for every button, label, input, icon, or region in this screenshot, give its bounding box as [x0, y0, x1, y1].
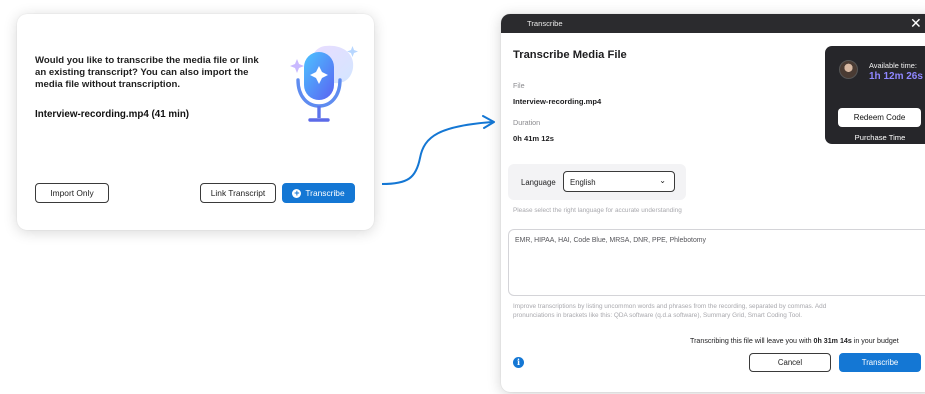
- custom-vocabulary-input[interactable]: EMR, HIPAA, HAI, Code Blue, MRSA, DNR, P…: [508, 229, 925, 296]
- avatar: [839, 60, 858, 79]
- transcribe-button-label: Transcribe: [305, 188, 345, 198]
- media-file-name: Interview-recording.mp4 (41 min): [35, 109, 190, 120]
- language-select-value: English: [570, 178, 596, 187]
- plus-circle-icon: +: [292, 187, 302, 198]
- close-icon[interactable]: ✕: [910, 15, 922, 31]
- available-time-panel: Available time: 1h 12m 26s Redeem Code P…: [825, 46, 925, 144]
- custom-vocabulary-value: EMR, HIPAA, HAI, Code Blue, MRSA, DNR, P…: [515, 237, 706, 244]
- transcribe-dialog: Transcribe ✕ Transcribe Media File File …: [501, 14, 925, 392]
- duration-label: Duration: [513, 118, 541, 127]
- vocabulary-hint-line-1: Improve transcriptions by listing uncomm…: [513, 303, 827, 310]
- purchase-time-link[interactable]: Purchase Time: [825, 133, 925, 142]
- budget-prefix: Transcribing this file will leave you wi…: [690, 337, 814, 345]
- file-value: Interview-recording.mp4: [513, 97, 602, 106]
- file-label: File: [513, 81, 525, 90]
- language-label: Language: [521, 178, 556, 187]
- dialog-titlebar: Transcribe ✕: [501, 14, 925, 33]
- prompt-message: Would you like to transcribe the media f…: [35, 55, 259, 90]
- dialog-transcribe-button[interactable]: Transcribe: [839, 353, 921, 372]
- redeem-code-button[interactable]: Redeem Code: [838, 108, 921, 127]
- info-icon[interactable]: i: [513, 357, 524, 368]
- available-time-label: Available time:: [869, 61, 917, 70]
- import-only-button[interactable]: Import Only: [35, 183, 109, 203]
- link-transcript-button[interactable]: Link Transcript: [200, 183, 276, 203]
- vocabulary-hint-line-2: pronunciations in brackets like this: QD…: [513, 312, 802, 319]
- cancel-button[interactable]: Cancel: [749, 353, 831, 372]
- available-time-value: 1h 12m 26s: [869, 71, 923, 82]
- language-hint: Please select the right language for acc…: [513, 207, 682, 214]
- dialog-window-title: Transcribe: [527, 19, 563, 28]
- chevron-down-icon: ⌄: [659, 176, 666, 185]
- duration-value: 0h 41m 12s: [513, 134, 554, 143]
- language-panel: Language English ⌄: [508, 164, 686, 200]
- budget-summary: Transcribing this file will leave you wi…: [690, 337, 899, 345]
- budget-remaining-value: 0h 31m 14s: [813, 337, 852, 345]
- dialog-heading: Transcribe Media File: [513, 49, 627, 61]
- microphone-icon: [290, 45, 358, 122]
- arrow-right-icon: [381, 115, 495, 185]
- transcribe-button[interactable]: + Transcribe: [282, 183, 355, 203]
- transcribe-prompt-card: Would you like to transcribe the media f…: [17, 14, 374, 230]
- budget-suffix: in your budget: [851, 337, 899, 345]
- language-select[interactable]: English ⌄: [563, 171, 675, 192]
